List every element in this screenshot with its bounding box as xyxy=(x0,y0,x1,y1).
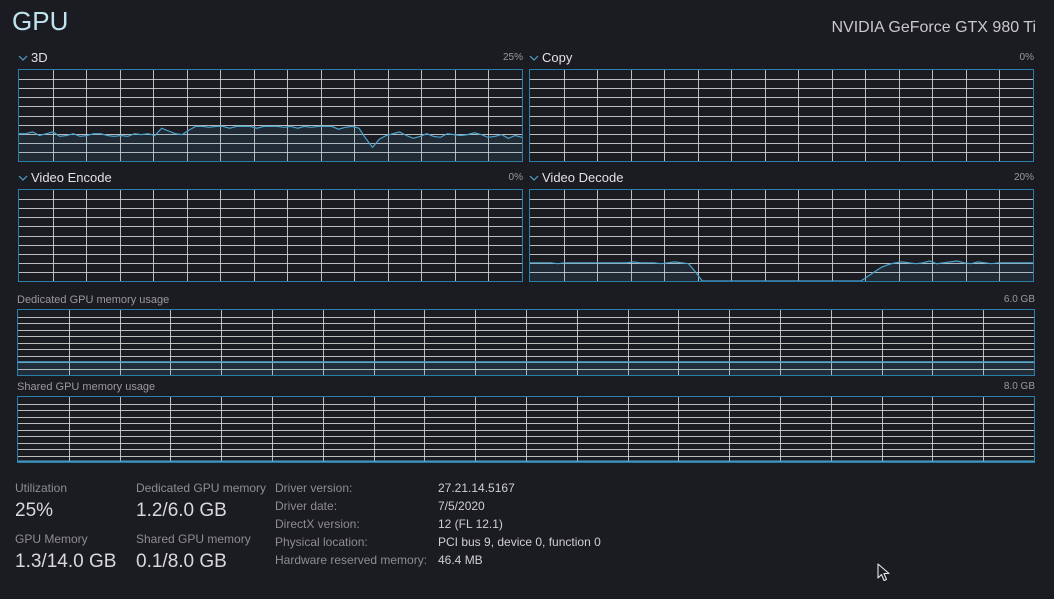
usage-area xyxy=(19,126,522,161)
driver-date-value: 7/5/2020 xyxy=(438,499,485,513)
dedicated-memory-graph-label: Dedicated GPU memory usage xyxy=(17,294,170,306)
chevron-down-icon xyxy=(529,175,539,181)
dedicated-memory-label: Dedicated GPU memory xyxy=(136,481,267,495)
utilization-value: 25% xyxy=(15,500,54,521)
gpu-memory-label: GPU Memory xyxy=(15,532,88,546)
engine-graph-video-encode xyxy=(18,189,523,282)
shared-memory-graph-label: Shared GPU memory usage xyxy=(17,381,156,393)
chevron-down-icon xyxy=(18,175,28,181)
dedicated-memory-graph xyxy=(17,309,1035,376)
engine-percent: 0% xyxy=(1019,52,1034,63)
engine-selector-3d[interactable]: 3D xyxy=(18,50,48,65)
engine-label: Video Decode xyxy=(542,170,624,185)
mouse-cursor-icon xyxy=(877,563,890,582)
engine-label: Copy xyxy=(542,50,573,65)
graph-grid xyxy=(18,397,1034,462)
engine-label: Video Encode xyxy=(31,170,112,185)
engine-percent: 0% xyxy=(508,172,523,183)
engine-selector-video-decode[interactable]: Video Decode xyxy=(529,170,623,185)
engine-graph-copy xyxy=(529,69,1034,162)
dedicated-memory-graph-max: 6.0 GB xyxy=(1003,294,1035,305)
driver-version-label: Driver version: xyxy=(275,481,353,495)
engine-percent: 25% xyxy=(502,52,523,63)
driver-date-label: Driver date: xyxy=(275,499,338,513)
engine-graph-video-decode xyxy=(529,189,1034,282)
engine-label: 3D xyxy=(31,50,48,65)
gpu-memory-value: 1.3/14.0 GB xyxy=(15,551,117,572)
graph-grid xyxy=(530,70,1033,161)
directx-version-value: 12 (FL 12.1) xyxy=(438,517,503,531)
hardware-reserved-value: 46.4 MB xyxy=(438,553,483,567)
memory-usage-area xyxy=(18,362,1034,375)
shared-memory-value: 0.1/8.0 GB xyxy=(136,551,227,572)
chevron-down-icon xyxy=(529,55,539,61)
utilization-label: Utilization xyxy=(15,481,68,495)
shared-memory-graph xyxy=(17,396,1035,463)
shared-memory-label: Shared GPU memory xyxy=(136,532,251,546)
engine-percent: 20% xyxy=(1013,172,1034,183)
engine-graph-3d xyxy=(18,69,523,162)
physical-location-label: Physical location: xyxy=(275,535,368,549)
graph-grid xyxy=(19,190,522,281)
gpu-device-name: NVIDIA GeForce GTX 980 Ti xyxy=(831,19,1036,36)
page-title: GPU xyxy=(12,6,69,36)
driver-version-value: 27.21.14.5167 xyxy=(438,481,515,495)
hardware-reserved-label: Hardware reserved memory: xyxy=(275,553,428,567)
chevron-down-icon xyxy=(18,55,28,61)
shared-memory-graph-max: 8.0 GB xyxy=(1003,381,1035,392)
engine-selector-video-encode[interactable]: Video Encode xyxy=(18,170,112,185)
physical-location-value: PCI bus 9, device 0, function 0 xyxy=(438,535,601,549)
directx-version-label: DirectX version: xyxy=(275,517,360,531)
dedicated-memory-value: 1.2/6.0 GB xyxy=(136,500,227,521)
engine-selector-copy[interactable]: Copy xyxy=(529,50,572,65)
